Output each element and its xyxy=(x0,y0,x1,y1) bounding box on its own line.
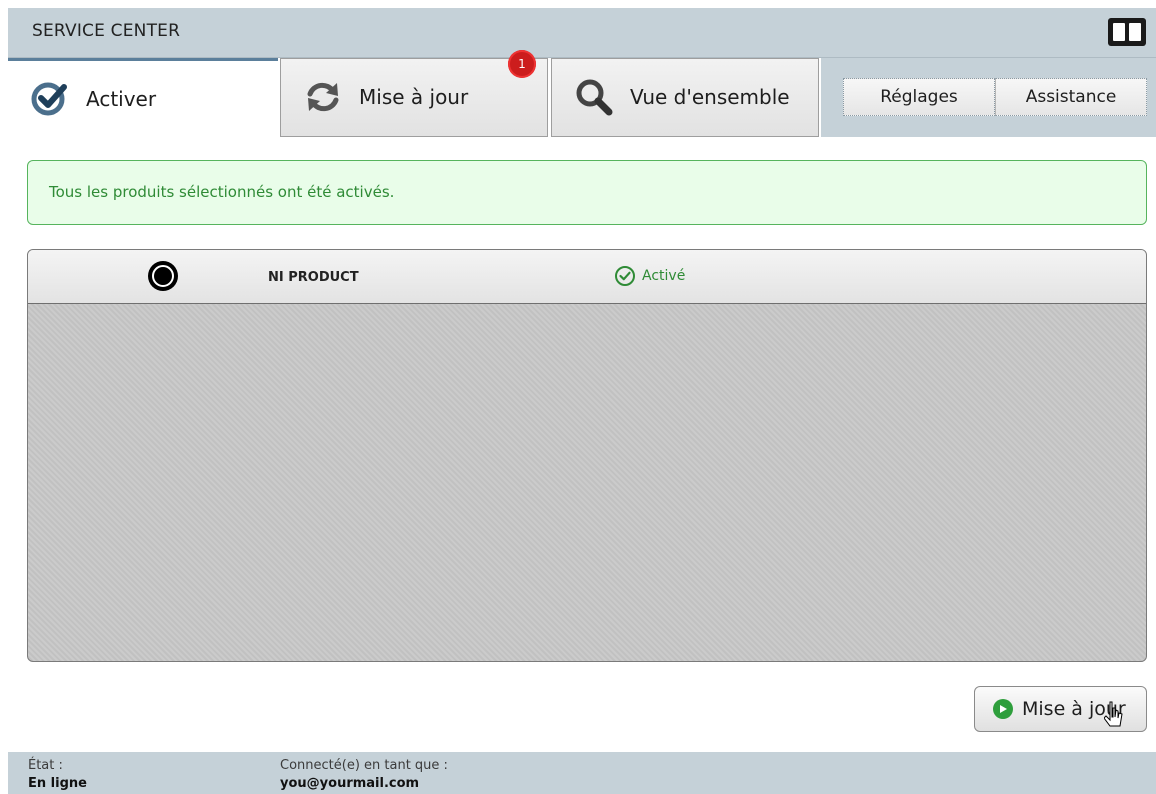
product-name: NI PRODUCT xyxy=(268,270,359,285)
tab-mise-a-jour[interactable]: Mise à jour 1 xyxy=(280,50,548,137)
success-notice: Tous les produits sélectionnés ont été a… xyxy=(27,160,1147,225)
tab-vue-ensemble[interactable]: Vue d'ensemble xyxy=(551,58,819,137)
magnifier-icon xyxy=(576,79,613,116)
tab-mise-a-jour-label: Mise à jour xyxy=(359,85,469,109)
app-title: SERVICE CENTER xyxy=(32,21,181,41)
product-status: Activé xyxy=(614,265,685,287)
user-label: Connecté(e) en tant que : xyxy=(280,758,448,773)
state-value: En ligne xyxy=(28,776,87,791)
tab-bar: Activer Mise à jour 1 Vue d'ensemble Rég… xyxy=(8,50,1156,138)
user-email: you@yourmail.com xyxy=(280,776,420,791)
tab-activer-label: Activer xyxy=(86,87,157,111)
support-button[interactable]: Assistance xyxy=(995,78,1147,116)
product-list: NI PRODUCT Activé xyxy=(27,249,1147,662)
check-circle-icon xyxy=(615,266,635,286)
tab-activer[interactable]: Activer xyxy=(8,58,278,137)
refresh-icon xyxy=(307,82,339,112)
check-badge-icon xyxy=(31,82,67,116)
title-bar: SERVICE CENTER xyxy=(8,8,1156,58)
update-count-badge: 1 xyxy=(508,50,536,78)
side-panel: Réglages Assistance xyxy=(821,58,1156,137)
settings-button[interactable]: Réglages xyxy=(843,78,995,116)
product-status-label: Activé xyxy=(642,268,686,284)
tab-vue-ensemble-label: Vue d'ensemble xyxy=(630,85,790,109)
play-icon xyxy=(993,699,1013,719)
product-radio[interactable] xyxy=(148,261,178,291)
state-label: État : xyxy=(28,758,63,773)
table-row[interactable]: NI PRODUCT Activé xyxy=(28,250,1146,304)
notice-message: Tous les produits sélectionnés ont été a… xyxy=(49,183,395,201)
ni-logo xyxy=(1108,18,1146,46)
status-bar: État : En ligne Connecté(e) en tant que … xyxy=(8,752,1156,794)
pointer-cursor-icon xyxy=(1104,701,1123,727)
